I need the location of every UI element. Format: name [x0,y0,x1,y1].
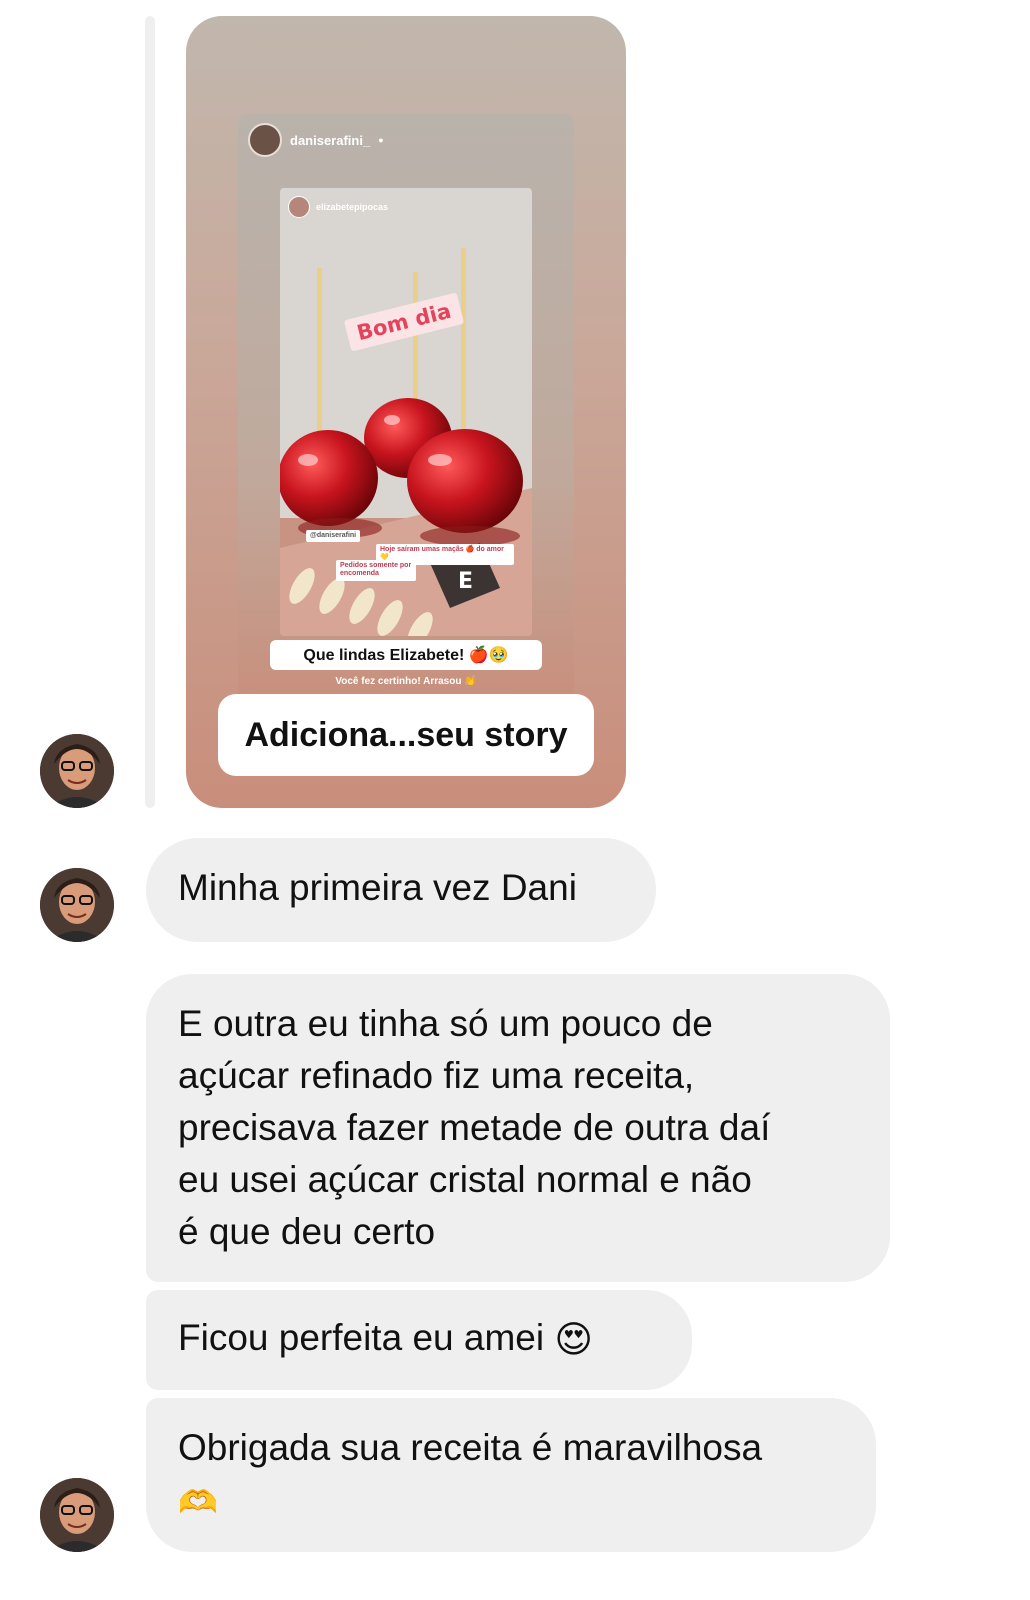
sender-avatar[interactable] [40,1478,114,1552]
message-text: Ficou perfeita eu amei [178,1317,545,1358]
reply-thread-line [145,16,155,808]
sender-avatar[interactable] [40,734,114,808]
story-main-caption-text: Que lindas Elizabete! 🍎🥹 [303,647,509,664]
person-avatar-icon [40,734,114,808]
story-handle-tag: @daniserafini [306,530,361,543]
verified-icon: ● [378,135,384,145]
message-text: Obrigada sua receita é maravilhosa [178,1427,763,1468]
message-bubble[interactable]: E outra eu tinha só um pouco de açúcar r… [146,974,890,1282]
person-avatar-icon [40,1478,114,1552]
add-to-story-label: Adiciona...seu story [244,715,568,754]
message-text: Minha primeira vez Dani [178,867,577,908]
message-bubble[interactable]: Minha primeira vez Dani [146,838,656,942]
svg-text:E: E [458,569,473,594]
story-user-avatar [248,123,282,157]
add-to-story-button[interactable]: Adiciona...seu story [218,694,594,776]
message-bubble[interactable]: Ficou perfeita eu amei 😍 [146,1290,692,1390]
story-sub-caption: Você fez certinho! Arrasou 👏 [335,676,477,687]
message-bubble[interactable]: Obrigada sua receita é maravilhosa 🫶 [146,1398,876,1552]
sender-avatar[interactable] [40,868,114,942]
person-avatar-icon [40,868,114,942]
nested-story-image: elizabetepipocas E Bom dia Hoje saíram u… [280,188,532,636]
story-main-caption: Que lindas Elizabete! 🍎🥹 [270,640,542,670]
shared-story-card[interactable]: daniserafini_ ● elizabetepipocas E Bom d… [186,16,626,808]
heart-hands-emoji-icon: 🫶 [178,1484,218,1521]
story-username: daniserafini_ [290,132,371,148]
story-preview[interactable]: daniserafini_ ● elizabetepipocas E Bom d… [238,114,574,712]
story-small-caption-2: Pedidos somente por encomenda [336,560,416,581]
heart-eyes-emoji-icon: 😍 [554,1319,593,1361]
story-user-row: daniserafini_ ● [248,122,384,158]
message-text: E outra eu tinha só um pouco de açúcar r… [178,1003,771,1252]
